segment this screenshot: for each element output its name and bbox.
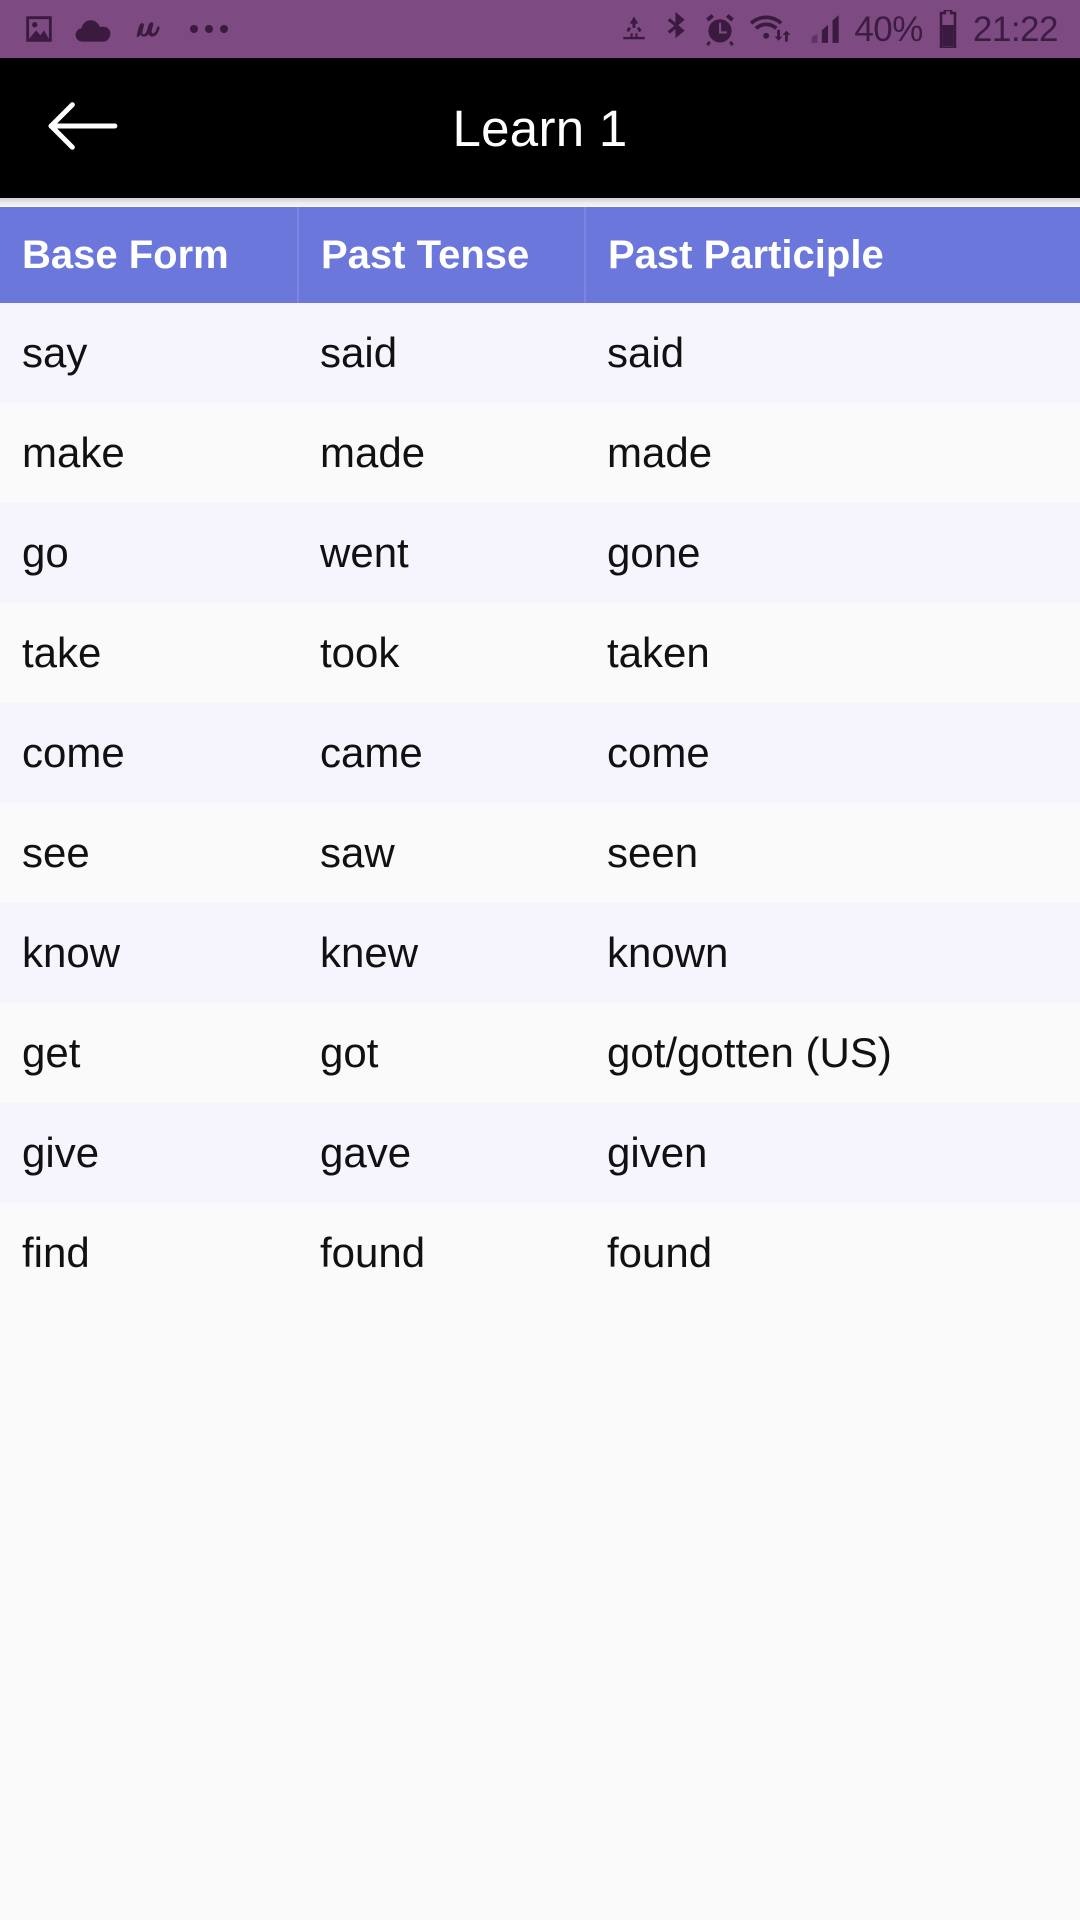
cell-past-tense: saw (298, 803, 585, 903)
irregular-verbs-table: Base Form Past Tense Past Participle say… (0, 207, 1080, 1303)
cell-base-form: go (0, 503, 298, 603)
cell-past-tense: went (298, 503, 585, 603)
status-bar-system-icons: 40% 21:22 (617, 9, 1059, 49)
cell-past-tense: took (298, 603, 585, 703)
cellular-signal-icon (807, 13, 841, 45)
cell-base-form: see (0, 803, 298, 903)
cell-past-tense: came (298, 703, 585, 803)
table-row[interactable]: go went gone (0, 503, 1080, 603)
cell-base-form: get (0, 1003, 298, 1103)
meetup-m-icon (130, 12, 166, 46)
clock-label: 21:22 (972, 9, 1059, 49)
cell-past-tense: got (298, 1003, 585, 1103)
column-header-past-tense: Past Tense (298, 207, 586, 303)
status-bar: 40% 21:22 (0, 0, 1080, 58)
cell-past-participle: gone (585, 503, 1080, 603)
column-header-past-participle: Past Participle (585, 207, 1080, 303)
cell-base-form: say (0, 303, 298, 403)
cell-past-participle: given (585, 1103, 1080, 1203)
table-row[interactable]: see saw seen (0, 803, 1080, 903)
cell-base-form: give (0, 1103, 298, 1203)
cell-base-form: take (0, 603, 298, 703)
cell-past-tense: gave (298, 1103, 585, 1203)
battery-percent-label: 40% (854, 9, 923, 49)
cell-base-form: make (0, 403, 298, 503)
image-icon (22, 12, 56, 46)
app-bar: Learn 1 (0, 58, 1080, 198)
alarm-icon (703, 12, 737, 46)
back-button[interactable] (34, 80, 130, 176)
table-row[interactable]: make made made (0, 403, 1080, 503)
table-row[interactable]: get got got/gotten (US) (0, 1003, 1080, 1103)
cell-past-participle: said (585, 303, 1080, 403)
data-saver-icon (617, 13, 651, 45)
table-row[interactable]: take took taken (0, 603, 1080, 703)
cell-past-participle: known (585, 903, 1080, 1003)
cell-past-tense: found (298, 1203, 585, 1303)
battery-icon (936, 10, 960, 48)
table-top-shadow (0, 198, 1080, 207)
status-bar-notification-icons (22, 12, 228, 46)
cell-base-form: find (0, 1203, 298, 1303)
cell-past-tense: knew (298, 903, 585, 1003)
bluetooth-icon (664, 12, 690, 46)
cloud-icon (74, 14, 112, 44)
cell-past-participle: taken (585, 603, 1080, 703)
table-row[interactable]: know knew known (0, 903, 1080, 1003)
table-row[interactable]: say said said (0, 303, 1080, 403)
cell-base-form: know (0, 903, 298, 1003)
table-row[interactable]: find found found (0, 1203, 1080, 1303)
cell-past-participle: made (585, 403, 1080, 503)
arrow-left-icon (45, 97, 119, 160)
cell-past-participle: got/gotten (US) (585, 1003, 1080, 1103)
table-body: say said said make made made go went gon… (0, 303, 1080, 1303)
cell-past-participle: come (585, 703, 1080, 803)
table-header-row: Base Form Past Tense Past Participle (0, 207, 1080, 303)
table-row[interactable]: come came come (0, 703, 1080, 803)
verb-table-container[interactable]: Base Form Past Tense Past Participle say… (0, 198, 1080, 1920)
cell-past-tense: made (298, 403, 585, 503)
page-title: Learn 1 (452, 99, 628, 157)
cell-base-form: come (0, 703, 298, 803)
cell-past-participle: seen (585, 803, 1080, 903)
wifi-icon (750, 12, 794, 46)
cell-past-participle: found (585, 1203, 1080, 1303)
cell-past-tense: said (298, 303, 585, 403)
table-row[interactable]: give gave given (0, 1103, 1080, 1203)
column-header-base-form: Base Form (0, 207, 299, 303)
overflow-dots-icon (190, 25, 228, 33)
